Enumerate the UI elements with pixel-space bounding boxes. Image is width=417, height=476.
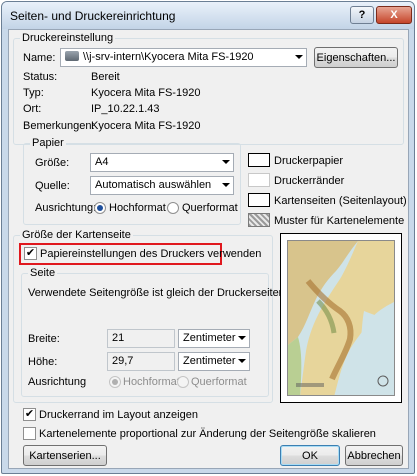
paper-portrait-radio[interactable]: [94, 202, 106, 214]
chevron-down-icon: [222, 160, 230, 164]
chevron-down-icon: [222, 183, 230, 187]
page-size-group-label: Größe der Kartenseite: [20, 229, 133, 241]
page-size-info: Verwendete Seitengröße ist gleich der Dr…: [28, 287, 314, 299]
printer-margins-swatch: [248, 173, 270, 187]
legend-map-elements: Muster für Kartenelemente: [274, 215, 405, 227]
show-printer-margins-label[interactable]: Druckerrand im Layout anzeigen: [39, 409, 198, 421]
use-printer-settings-label[interactable]: Papiereinstellungen des Druckers verwend…: [40, 248, 261, 260]
checkmark-icon: ✔: [24, 408, 35, 420]
location-label: Ort:: [23, 103, 42, 115]
width-unit-value: Zentimeter: [183, 332, 236, 344]
map-preview-image: [288, 241, 394, 395]
page-landscape-label[interactable]: Querformat: [191, 376, 247, 388]
dialog-client: Druckereinstellung Name: \\j-srv-intern\…: [8, 29, 409, 469]
legend-printer-paper: Druckerpapier: [274, 155, 344, 167]
height-unit-value: Zentimeter: [183, 355, 236, 367]
page-orientation-label: Ausrichtung: [28, 376, 87, 388]
use-printer-settings-checkbox[interactable]: ✔: [24, 247, 37, 260]
show-printer-margins-checkbox[interactable]: ✔: [23, 408, 36, 421]
height-input[interactable]: 29,7: [107, 352, 175, 371]
paper-size-value: A4: [95, 156, 109, 168]
map-elements-swatch: [248, 213, 270, 227]
page-group-label: Seite: [28, 267, 58, 279]
window-title: Seiten- und Druckereinrichtung: [10, 9, 176, 23]
location-value: IP_10.22.1.43: [91, 103, 160, 115]
paper-source-select[interactable]: Automatisch auswählen: [90, 176, 234, 195]
width-input[interactable]: 21: [107, 329, 175, 348]
legend-printer-margins: Druckerränder: [274, 175, 345, 187]
map-preview: [287, 240, 395, 396]
paper-landscape-label[interactable]: Querformat: [182, 202, 238, 214]
page-landscape-radio[interactable]: [177, 376, 189, 388]
close-button[interactable]: X: [376, 6, 412, 24]
printer-name-value: \\j-srv-intern\Kyocera Mita FS-1920: [83, 51, 254, 63]
paper-portrait-label[interactable]: Hochformat: [109, 202, 166, 214]
printer-name-select[interactable]: \\j-srv-intern\Kyocera Mita FS-1920: [60, 48, 307, 67]
paper-source-label: Quelle:: [35, 180, 70, 192]
chevron-down-icon: [238, 359, 246, 363]
chevron-down-icon: [295, 55, 303, 59]
paper-orientation-label: Ausrichtung:: [35, 202, 97, 214]
printer-settings-label: Druckereinstellung: [20, 32, 116, 44]
status-value: Bereit: [91, 71, 120, 83]
comment-label: Bemerkungen:: [23, 120, 95, 132]
page-preview: [280, 233, 402, 403]
scale-elements-label[interactable]: Kartenelemente proportional zur Änderung…: [39, 428, 376, 440]
legend-map-pages: Kartenseiten (Seitenlayout): [274, 195, 407, 207]
height-label: Höhe:: [28, 356, 58, 368]
width-label: Breite:: [28, 333, 60, 345]
paper-landscape-radio[interactable]: [167, 202, 179, 214]
title-bar[interactable]: Seiten- und Druckereinrichtung ? X: [2, 2, 414, 29]
type-label: Typ:: [23, 87, 44, 99]
chevron-down-icon: [238, 336, 246, 340]
paper-size-label: Größe:: [35, 157, 70, 169]
status-label: Status:: [23, 71, 58, 83]
type-value: Kyocera Mita FS-1920: [91, 87, 201, 99]
map-pages-swatch: [248, 193, 270, 207]
page-portrait-radio[interactable]: [109, 376, 121, 388]
comment-value: Kyocera Mita FS-1920: [91, 120, 201, 132]
map-series-button[interactable]: Kartenserien...: [23, 445, 107, 466]
dialog-window: Seiten- und Druckereinrichtung ? X Druck…: [1, 1, 415, 474]
printer-paper-swatch: [248, 153, 270, 167]
scale-elements-checkbox[interactable]: [23, 427, 36, 440]
printer-icon: [65, 51, 79, 61]
ok-button[interactable]: OK: [280, 445, 340, 466]
paper-size-select[interactable]: A4: [90, 153, 234, 172]
paper-source-value: Automatisch auswählen: [95, 179, 212, 191]
checkmark-icon: ✔: [25, 247, 36, 259]
height-unit-select[interactable]: Zentimeter: [178, 352, 250, 371]
width-unit-select[interactable]: Zentimeter: [178, 329, 250, 348]
paper-group-label: Papier: [30, 137, 66, 149]
page-portrait-label[interactable]: Hochformat: [123, 376, 180, 388]
cancel-button[interactable]: Abbrechen: [345, 445, 403, 466]
help-button[interactable]: ?: [350, 6, 374, 24]
properties-button[interactable]: Eigenschaften...: [314, 47, 398, 68]
printer-name-label: Name:: [23, 52, 56, 64]
